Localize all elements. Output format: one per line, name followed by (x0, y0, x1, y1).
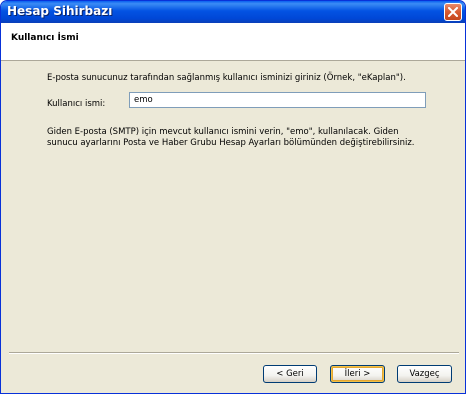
wizard-content: E-posta sunucunuz tarafından sağlanmış k… (1, 61, 465, 351)
close-button[interactable] (444, 3, 462, 21)
info-text: Giden E-posta (SMTP) için mevcut kullanı… (47, 127, 415, 148)
description-text: E-posta sunucunuz tarafından sağlanmış k… (47, 73, 406, 83)
username-input[interactable] (129, 92, 426, 108)
title-bar[interactable]: Hesap Sihirbazı (1, 1, 465, 23)
close-icon (448, 7, 458, 17)
footer-divider (9, 352, 459, 354)
back-button[interactable]: < Geri (263, 365, 317, 383)
account-wizard-window: Hesap Sihirbazı Kullanıcı İsmi E-posta s… (0, 0, 466, 394)
wizard-header: Kullanıcı İsmi (1, 23, 465, 61)
window-title: Hesap Sihirbazı (7, 4, 113, 18)
cancel-button[interactable]: Vazgeç (397, 365, 452, 383)
page-title: Kullanıcı İsmi (11, 33, 79, 43)
username-label: Kullanıcı ismi: (47, 99, 106, 109)
next-button[interactable]: İleri > (330, 365, 385, 383)
